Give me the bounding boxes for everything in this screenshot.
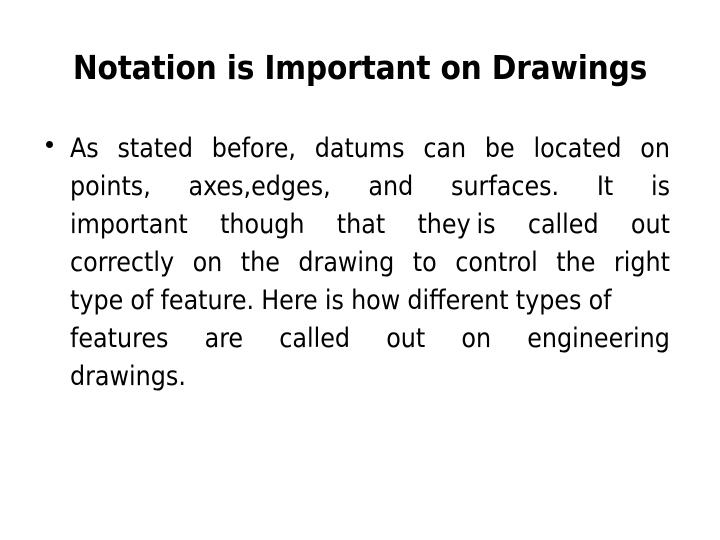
text-word: located <box>533 133 622 164</box>
text-word: how <box>351 285 401 316</box>
text-word: the <box>240 247 280 278</box>
text-word: As <box>70 133 99 164</box>
text-line: correctly on the drawing to control the right <box>70 247 670 285</box>
text-word: axes,edges, <box>188 171 331 202</box>
presentation-slide: Notation is Important on Drawings As stat… <box>0 0 720 540</box>
text-word: though <box>220 209 305 240</box>
text-word: and <box>368 171 414 202</box>
text-word: is <box>324 285 344 316</box>
text-word: called <box>527 209 599 240</box>
text-word: before, <box>211 133 296 164</box>
text-line: points, axes,edges, and surfaces. It is <box>70 171 670 209</box>
text-line: features are called out on engineering <box>70 323 670 361</box>
bullet-item-text: As stated before, datums can be located on point… <box>70 133 670 399</box>
text-word: drawings. <box>70 361 186 392</box>
text-line: drawings. <box>70 361 670 399</box>
text-word: drawing <box>298 247 395 278</box>
slide-title: Notation is Important on Drawings <box>72 48 648 87</box>
text-word: datums <box>314 133 405 164</box>
text-word: on <box>640 133 670 164</box>
text-word: It <box>596 171 614 202</box>
text-word: correctly <box>70 247 175 278</box>
text-word: type <box>70 285 124 316</box>
text-word: right <box>613 247 670 278</box>
text-word: is <box>650 171 670 202</box>
text-word: called <box>279 323 351 354</box>
text-word: points, <box>70 171 151 202</box>
text-word: are <box>204 323 244 354</box>
text-word: can <box>423 133 467 164</box>
text-word: that <box>336 209 386 240</box>
text-word: features <box>70 323 169 354</box>
text-word: feature. <box>160 285 255 316</box>
text-word: out <box>630 209 670 240</box>
bullet-list-item: As stated before, datums can be located on point… <box>0 133 720 399</box>
text-word: types <box>515 285 582 316</box>
text-word: Here <box>261 285 318 316</box>
text-line: As stated before, datums can be located on <box>70 133 670 171</box>
text-word: on <box>461 323 492 354</box>
text-word: different <box>407 285 509 316</box>
text-word-group: they is <box>417 209 495 240</box>
text-word: be <box>484 133 515 164</box>
text-word: the <box>556 247 596 278</box>
text-word: on <box>192 247 223 278</box>
text-word: to <box>412 247 437 278</box>
text-word: engineering <box>527 323 670 354</box>
text-line: important though that they is called out <box>70 209 670 247</box>
text-word: surfaces. <box>451 171 560 202</box>
bullet-point-icon <box>46 141 53 148</box>
text-word: they <box>417 209 471 240</box>
text-word: of <box>588 285 612 316</box>
text-word: control <box>455 247 538 278</box>
text-word: is <box>476 209 496 240</box>
text-word: important <box>70 209 188 240</box>
text-word: stated <box>117 133 193 164</box>
text-word: out <box>386 323 426 354</box>
text-word: of <box>130 285 154 316</box>
text-line: type of feature. Here is how different types of <box>70 285 670 323</box>
slide-body: As stated before, datums can be located on point… <box>0 133 720 399</box>
